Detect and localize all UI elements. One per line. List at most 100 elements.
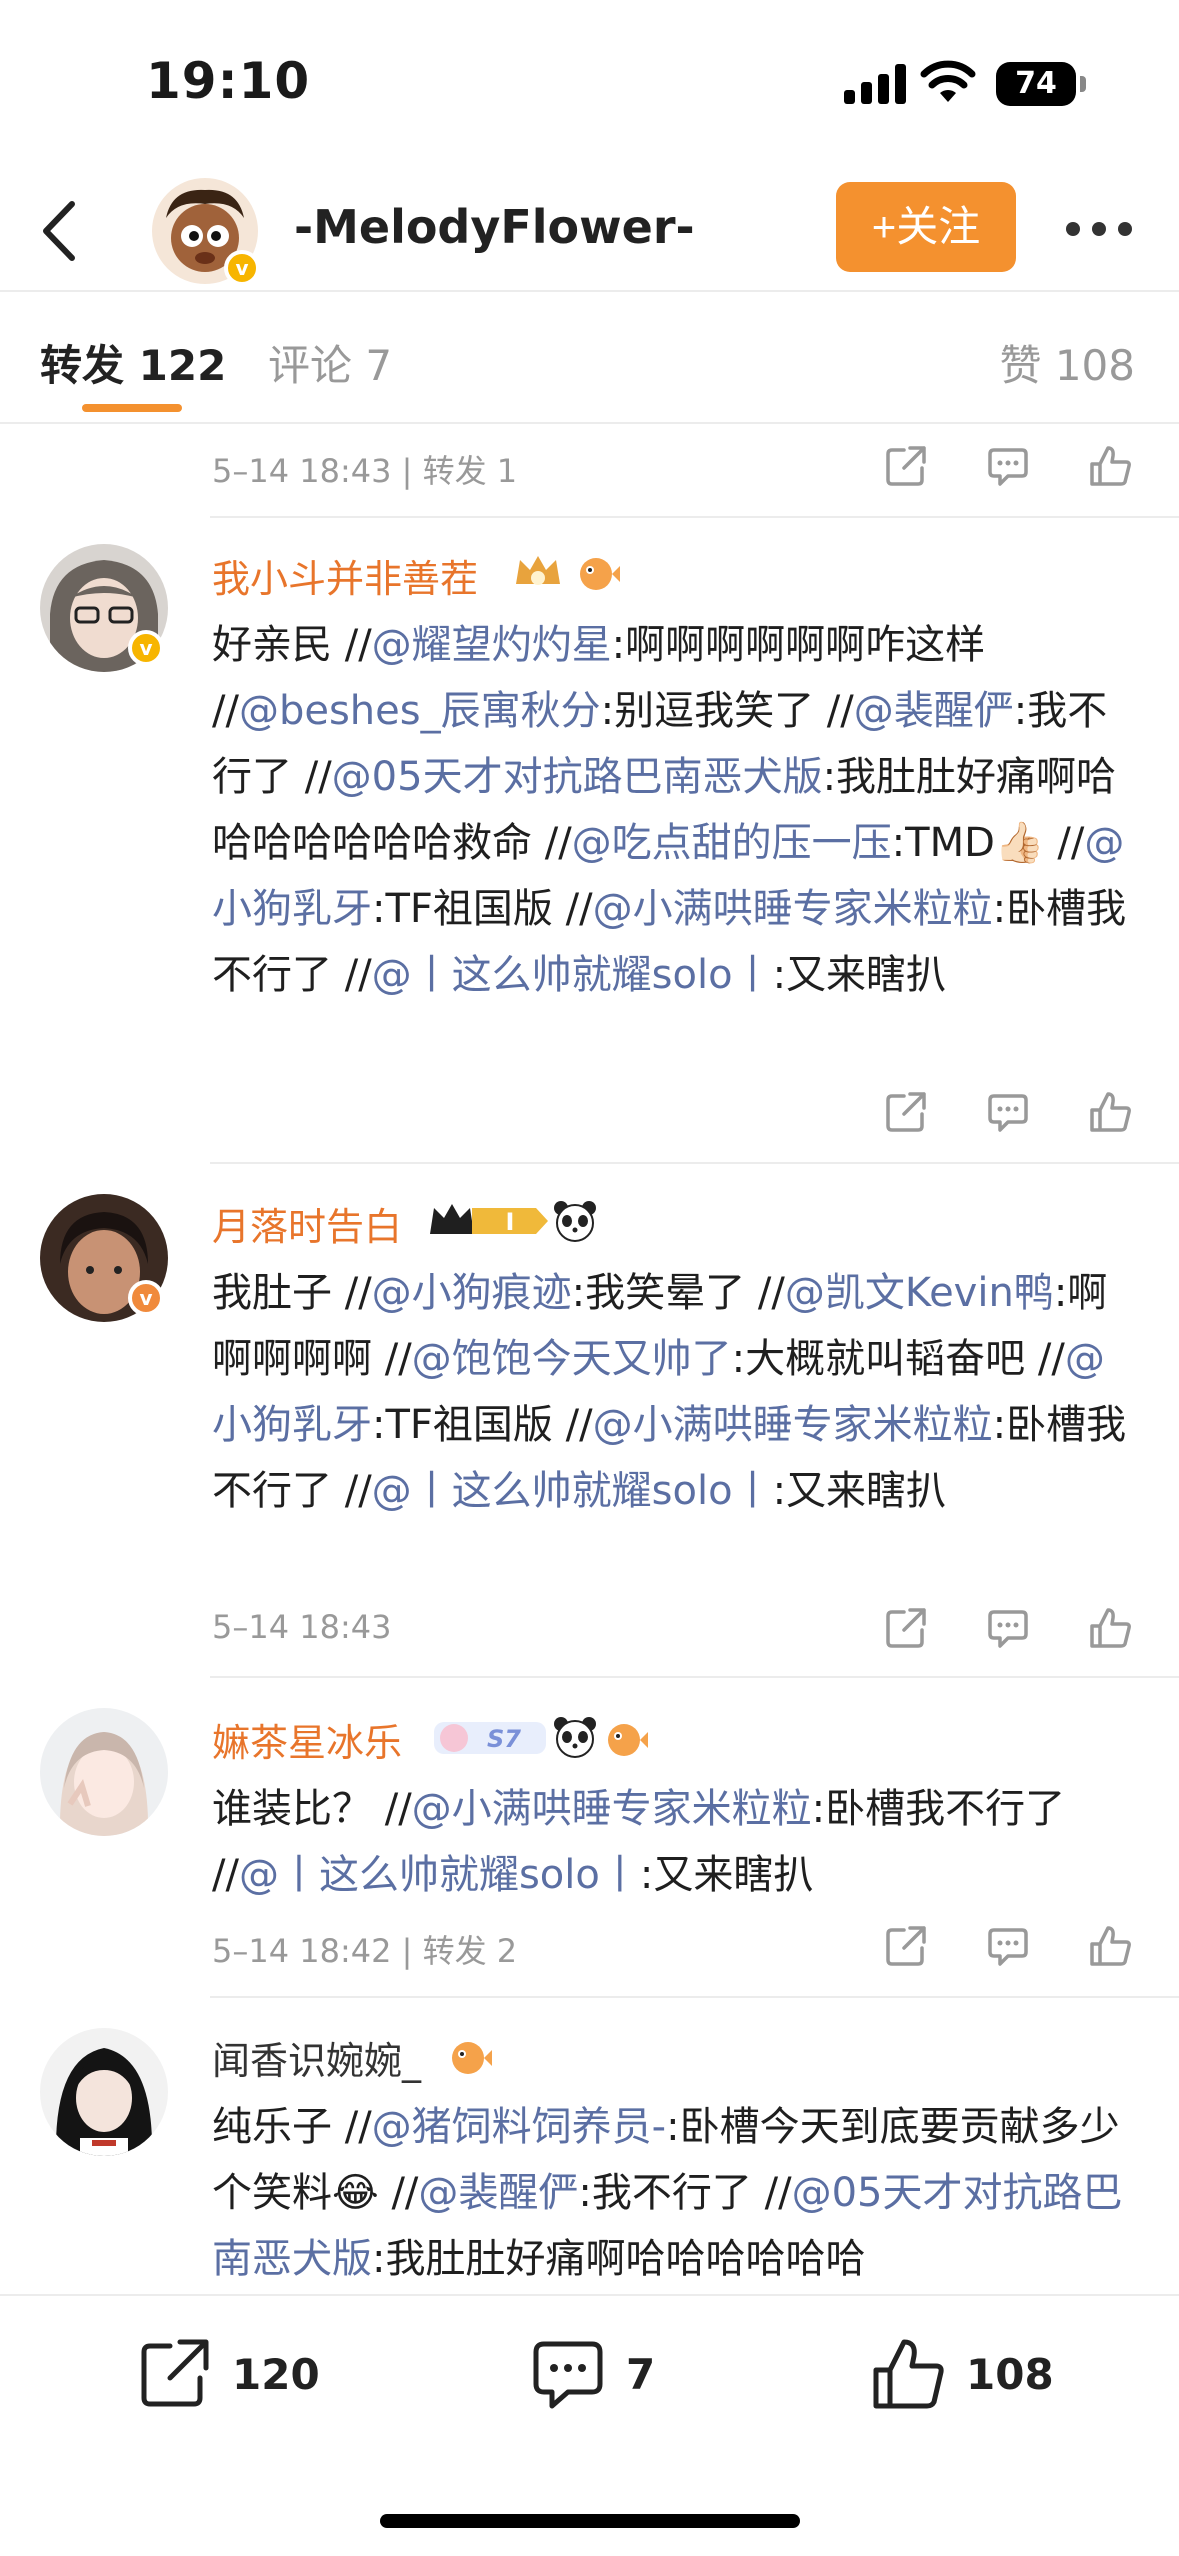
badge-level-text: S7 (487, 1725, 521, 1753)
mention-link[interactable]: @吃点甜的压一压 (572, 820, 892, 866)
share-icon[interactable] (884, 1924, 928, 1968)
share-icon (141, 2339, 209, 2407)
post-text: 我肚子 //@小狗痕迹:我笑晕了 //@凯文Kevin鸭:啊啊啊啊啊 //@饱饱… (212, 1260, 1142, 1524)
post-username[interactable]: 闻香识婉婉_ (212, 2030, 421, 2085)
post-text-segment: 我肚子 // (212, 1270, 372, 1316)
panda-icon (554, 1717, 596, 1758)
repost-button[interactable]: 120 (136, 2336, 336, 2416)
mention-link[interactable]: @小满哄睡专家米粒粒 (593, 1402, 993, 1448)
post-username[interactable]: 嫲茶星冰乐 (212, 1712, 402, 1767)
post-text-segment: 纯乐子 // (212, 2104, 372, 2150)
status-time: 19:10 (146, 52, 311, 110)
post-text-segment: :我不行了 // (578, 2170, 792, 2216)
top-nav: v -MelodyFlower- +关注 (0, 170, 1179, 292)
post-text-segment: :TF祖国版 // (372, 886, 593, 932)
mention-link[interactable]: @05天才对抗路巴南恶犬版 (332, 754, 823, 800)
post-text-segment: :TMD👍🏻 // (891, 820, 1085, 866)
mention-link[interactable]: @小满哄睡专家米粒粒 (412, 1786, 812, 1832)
post-meta: 5–14 18:42 | 转发 2 (212, 1932, 518, 1970)
thumbs-up-icon[interactable] (1088, 1090, 1132, 1134)
divider (210, 516, 1179, 518)
post-text: 纯乐子 //@猪饲料饲养员-:卧槽今天到底要贡献多少个笑料😂 //@裴醒俨:我不… (212, 2094, 1142, 2292)
comment-count: 7 (626, 2350, 656, 2399)
post-text-segment: :大概就叫韬奋吧 // (731, 1336, 1065, 1382)
mention-link[interactable]: @凯文Kevin鸭 (785, 1270, 1054, 1316)
post-username[interactable]: 月落时告白 (212, 1196, 402, 1251)
follow-button[interactable]: +关注 (836, 182, 1016, 272)
post-text-segment: :又来瞎扒 (772, 952, 947, 998)
status-bar: 19:10 74 (0, 0, 1179, 160)
post-meta: 5–14 18:43 | 转发 1 (212, 452, 518, 490)
post-username[interactable]: 我小斗并非善茬 (212, 548, 478, 603)
mention-link[interactable]: @beshes_辰寓秋分 (239, 688, 601, 734)
divider (210, 1676, 1179, 1678)
vip-crown-icon (516, 556, 560, 585)
wifi-icon (920, 60, 976, 102)
post-text-segment: 谁装比？ // (212, 1786, 412, 1832)
like-count: 108 (966, 2350, 1054, 2399)
repost-count: 120 (232, 2350, 320, 2399)
divider (210, 1996, 1179, 1998)
comment-icon[interactable] (986, 444, 1030, 488)
post-text-segment: :我笑晕了 // (571, 1270, 785, 1316)
panda-icon (554, 1201, 596, 1242)
verified-badge-icon: v (224, 250, 260, 286)
avatar[interactable] (40, 1708, 168, 1836)
post-text-segment: 好亲民 // (212, 622, 372, 668)
post-text-segment: :我肚肚好痛啊哈哈哈哈哈哈 (372, 2236, 866, 2282)
tab-active-indicator (82, 404, 182, 412)
share-icon[interactable] (884, 444, 928, 488)
divider (210, 1162, 1179, 1164)
mention-link[interactable]: @小狗痕迹 (372, 1270, 572, 1316)
svg-text:I: I (506, 1208, 515, 1236)
repost-list: 5–14 18:43 | 转发 1 v 我小斗并非善茬 好亲民 //@耀望灼灼星… (0, 424, 1179, 2294)
thumbs-up-icon[interactable] (1088, 444, 1132, 488)
comment-button[interactable]: 7 (530, 2336, 690, 2416)
comment-icon[interactable] (986, 1606, 1030, 1650)
chevron-left-icon[interactable] (32, 198, 92, 264)
mention-link[interactable]: @丨这么帅就耀solo丨 (239, 1852, 640, 1898)
tab-like[interactable]: 赞 108 (999, 332, 1135, 393)
verified-badge-icon: v (128, 630, 164, 666)
thumbs-up-icon (873, 2339, 944, 2409)
share-icon[interactable] (884, 1606, 928, 1650)
post-meta: 5–14 18:43 (212, 1608, 392, 1646)
post-text-segment: :TF祖国版 // (372, 1402, 593, 1448)
post-text: 谁装比？ //@小满哄睡专家米粒粒:卧槽我不行了 //@丨这么帅就耀solo丨:… (212, 1776, 1142, 1908)
pufferfish-icon (580, 558, 620, 590)
mention-link[interactable]: @饱饱今天又帅了 (412, 1336, 732, 1382)
more-icon[interactable] (1066, 220, 1136, 240)
mention-link[interactable]: @丨这么帅就耀solo丨 (372, 952, 773, 998)
mention-link[interactable]: @裴醒俨 (418, 2170, 578, 2216)
comment-icon[interactable] (986, 1090, 1030, 1134)
home-indicator (380, 2514, 800, 2528)
member-level-badge-icon: S7 (434, 1722, 546, 1754)
mention-link[interactable]: @猪饲料饲养员- (372, 2104, 666, 2150)
mention-link[interactable]: @耀望灼灼星 (372, 622, 612, 668)
mention-link[interactable]: @丨这么帅就耀solo丨 (372, 1468, 773, 1514)
post-text-segment: :又来瞎扒 (772, 1468, 947, 1514)
avatar[interactable] (40, 2028, 168, 2156)
post-text-segment: :又来瞎扒 (639, 1852, 814, 1898)
battery-cap (1080, 76, 1086, 92)
verified-badge-icon: v (128, 1280, 164, 1316)
pufferfish-icon (452, 2042, 492, 2074)
battery-indicator: 74 (996, 62, 1076, 106)
pufferfish-icon (608, 1724, 648, 1756)
like-button[interactable]: 108 (870, 2336, 1070, 2416)
post-text-segment: :别逗我笑了 // (600, 688, 854, 734)
tab-bar: 转发 122 评论 7 赞 108 (0, 292, 1179, 424)
tab-repost[interactable]: 转发 122 (40, 332, 226, 393)
vip-level-badge-icon: I (430, 1204, 548, 1236)
post-text: 好亲民 //@耀望灼灼星:啊啊啊啊啊啊咋这样 //@beshes_辰寓秋分:别逗… (212, 612, 1142, 1008)
comment-icon[interactable] (986, 1924, 1030, 1968)
mention-link[interactable]: @裴醒俨 (854, 688, 1014, 734)
tab-comment[interactable]: 评论 7 (268, 332, 392, 393)
thumbs-up-icon[interactable] (1088, 1924, 1132, 1968)
author-name[interactable]: -MelodyFlower- (294, 200, 695, 254)
cellular-signal-icon (844, 64, 906, 104)
thumbs-up-icon[interactable] (1088, 1606, 1132, 1650)
mention-link[interactable]: @小满哄睡专家米粒粒 (593, 886, 993, 932)
comment-icon (533, 2341, 603, 2409)
share-icon[interactable] (884, 1090, 928, 1134)
